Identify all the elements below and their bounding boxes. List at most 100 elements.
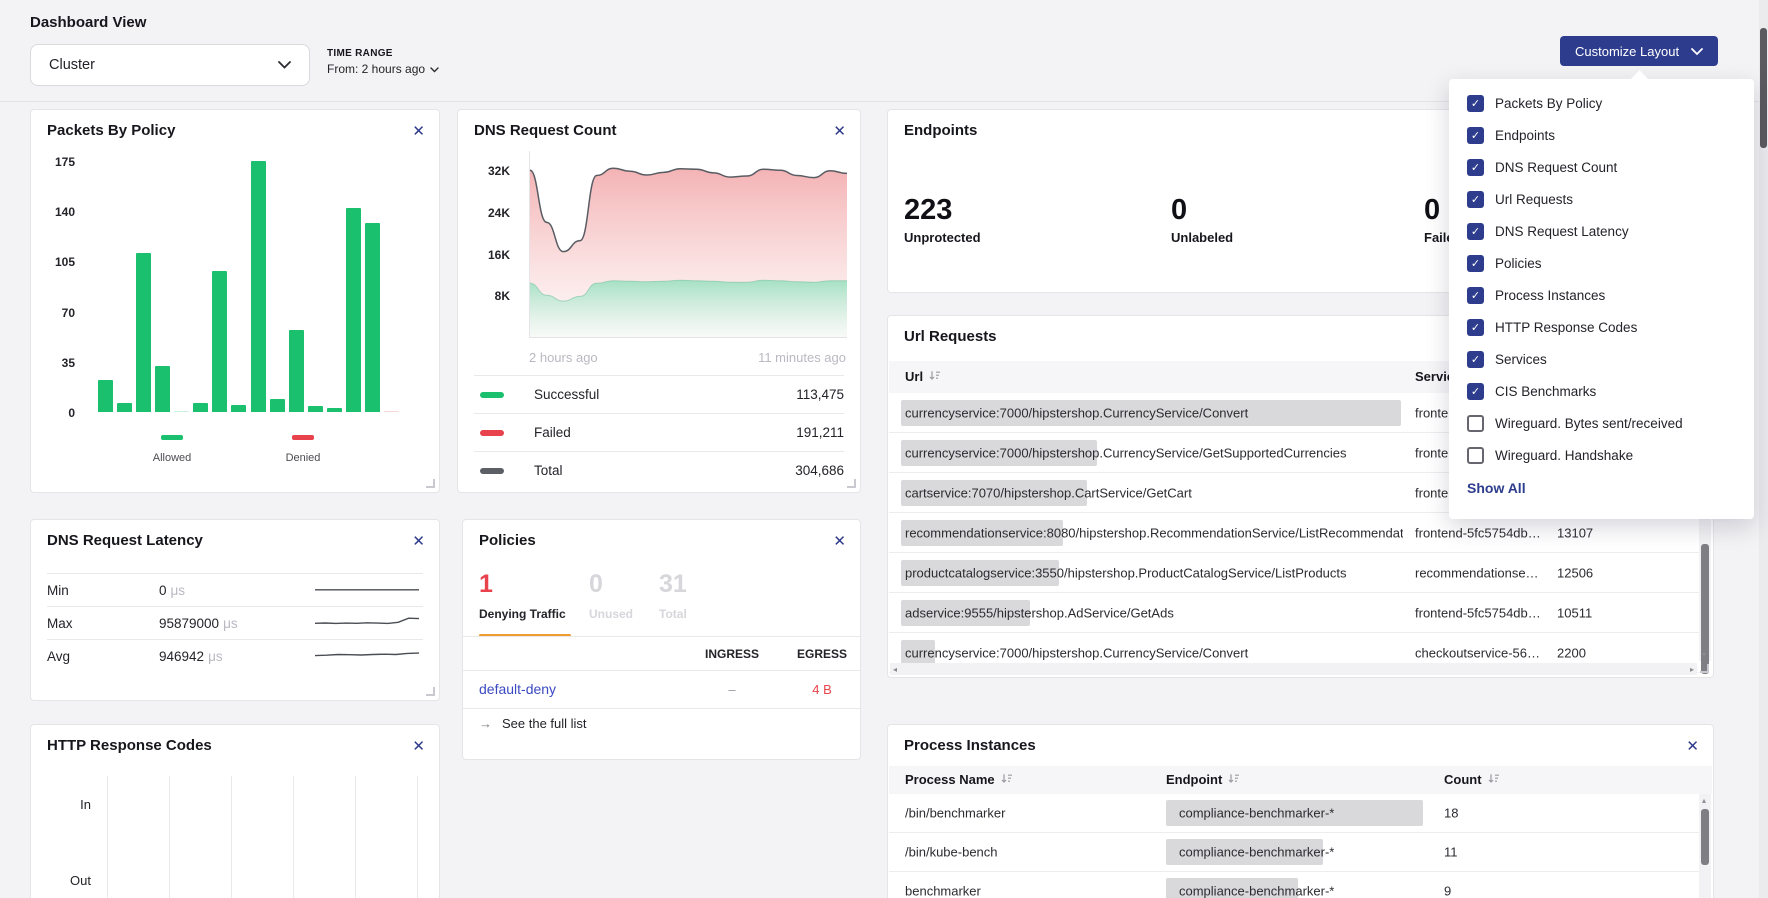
endpoint-cell: compliance-benchmarker-* (1179, 806, 1334, 821)
latency-value: 95879000 (159, 616, 219, 631)
menu-item[interactable]: ✓Endpoints (1449, 119, 1754, 151)
menu-item[interactable]: Wireguard. Bytes sent/received (1449, 407, 1754, 439)
checkbox-icon[interactable]: ✓ (1467, 319, 1484, 336)
checkbox-icon[interactable]: ✓ (1467, 351, 1484, 368)
checkbox-icon[interactable] (1467, 415, 1484, 432)
close-icon[interactable]: ✕ (408, 118, 429, 144)
menu-item[interactable]: ✓ DNS Request Count (1449, 151, 1754, 183)
column-header[interactable]: Url (905, 361, 940, 393)
x-label-start: 2 hours ago (529, 350, 598, 365)
table-row[interactable]: productcatalogservice:3550/hipstershop.P… (889, 553, 1699, 593)
column-header-label: Process Name (905, 766, 995, 794)
checkbox-icon[interactable]: ✓ (1467, 255, 1484, 272)
checkbox-icon[interactable]: ✓ (1467, 287, 1484, 304)
scroll-down-icon[interactable]: ▾ (1702, 650, 1706, 659)
y-tick-label: 16K (488, 248, 510, 262)
page-scrollbar[interactable] (1759, 0, 1768, 898)
bar (384, 411, 399, 413)
menu-item[interactable]: Wireguard. Handshake (1449, 439, 1754, 471)
checkbox-icon[interactable]: ✓ (1467, 159, 1484, 176)
checkbox-icon[interactable]: ✓ (1467, 191, 1484, 208)
service-cell: checkoutservice-56… (1415, 645, 1547, 660)
resize-handle[interactable] (426, 479, 435, 488)
scroll-right-icon[interactable]: ▸ (1690, 665, 1694, 674)
checkbox-icon[interactable]: ✓ (1467, 383, 1484, 400)
menu-item[interactable]: ✓Policies (1449, 247, 1754, 279)
close-icon[interactable]: ✕ (829, 118, 850, 144)
close-icon[interactable]: ✕ (408, 528, 429, 554)
stat-value: 0 (1171, 194, 1233, 227)
count-cell: 13107 (1557, 525, 1593, 540)
column-header[interactable]: Process Name (905, 766, 1012, 794)
customize-layout-button[interactable]: Customize Layout (1560, 36, 1718, 66)
resize-handle[interactable] (847, 479, 856, 488)
menu-item[interactable]: ✓Services (1449, 343, 1754, 375)
count-cell: 18 (1444, 806, 1458, 821)
column-header[interactable]: Count (1444, 766, 1499, 794)
stat-value: 31 (659, 570, 687, 599)
table-row[interactable]: benchmarkercompliance-benchmarker-*9 (889, 872, 1699, 898)
bar (136, 253, 151, 412)
legend-value: 304,686 (795, 463, 844, 478)
menu-item[interactable]: ✓CIS Benchmarks (1449, 375, 1754, 407)
policy-name-link[interactable]: default-deny (479, 681, 556, 697)
y-tick-label: In (41, 797, 91, 812)
checkbox-icon[interactable] (1467, 447, 1484, 464)
chevron-down-icon (430, 62, 439, 76)
resize-handle[interactable] (426, 687, 435, 696)
close-icon[interactable]: ✕ (829, 528, 850, 554)
close-icon[interactable]: ✕ (1682, 733, 1703, 759)
count-cell: 10511 (1557, 605, 1592, 620)
gridline (293, 776, 294, 898)
url-horizontal-scrollbar[interactable]: ◂ ▸ (890, 663, 1697, 675)
bar (117, 403, 132, 412)
url-cell: currencyservice:7000/hipstershop.Currenc… (905, 445, 1403, 460)
scroll-left-icon[interactable]: ◂ (893, 665, 897, 674)
checkbox-icon[interactable]: ✓ (1467, 223, 1484, 240)
legend-swatch (480, 430, 504, 436)
time-range-value[interactable]: From: 2 hours ago (327, 62, 439, 76)
process-name-cell: /bin/kube-bench (905, 845, 998, 860)
menu-item-label: DNS Request Count (1495, 160, 1617, 175)
stat-value: 0 (589, 570, 633, 599)
legend-value: 113,475 (796, 387, 844, 402)
close-icon[interactable]: ✕ (408, 733, 429, 759)
column-header[interactable]: Endpoint (1166, 766, 1239, 794)
sort-icon[interactable] (1488, 766, 1499, 794)
table-row[interactable]: recommendationservice:8080/hipstershop.R… (889, 513, 1699, 553)
menu-item[interactable]: ✓DNS Request Latency (1449, 215, 1754, 247)
scroll-up-icon[interactable]: ▴ (1702, 796, 1706, 805)
y-tick-label: 175 (55, 155, 75, 169)
checkbox-icon[interactable]: ✓ (1467, 127, 1484, 144)
dns-x-labels: 2 hours ago 11 minutes ago (529, 350, 846, 365)
process-vertical-scrollbar[interactable]: ▴ (1699, 794, 1711, 898)
bar (174, 411, 189, 413)
view-selector[interactable]: Cluster (30, 44, 310, 86)
menu-item[interactable]: ✓ Url Requests (1449, 183, 1754, 215)
menu-item-label: Wireguard. Handshake (1495, 448, 1633, 463)
menu-item[interactable]: ✓HTTP Response Codes (1449, 311, 1754, 343)
checkbox-icon[interactable]: ✓ (1467, 95, 1484, 112)
policies-panel: Policies ✕ 1Denying Traffic0Unused31Tota… (462, 519, 861, 760)
url-cell: cartservice:7070/hipstershop.CartService… (905, 485, 1403, 500)
scrollbar-thumb[interactable] (1701, 809, 1709, 865)
latency-value-box: 0μs (159, 583, 185, 598)
legend-label: Denied (263, 452, 343, 464)
page-scrollbar-thumb[interactable] (1760, 28, 1767, 148)
see-full-list-link[interactable]: → See the full list (479, 716, 587, 731)
sort-icon[interactable] (1001, 766, 1012, 794)
menu-item[interactable]: ✓Packets By Policy (1449, 87, 1754, 119)
table-row[interactable]: /bin/benchmarkercompliance-benchmarker-*… (889, 794, 1699, 833)
table-row[interactable]: /bin/kube-benchcompliance-benchmarker-*1… (889, 833, 1699, 872)
sort-icon[interactable] (929, 361, 940, 393)
chevron-down-icon (1691, 44, 1703, 59)
latency-unit: μs (171, 583, 186, 598)
column-header-label: Count (1444, 766, 1482, 794)
policy-stat-active[interactable]: 1Denying Traffic (479, 570, 566, 621)
menu-item[interactable]: ✓Process Instances (1449, 279, 1754, 311)
menu-item-label: Url Requests (1495, 192, 1573, 207)
resize-handle[interactable] (1700, 664, 1709, 673)
sort-icon[interactable] (1228, 766, 1239, 794)
table-row[interactable]: adservice:9555/hipstershop.AdService/Get… (889, 593, 1699, 633)
show-all-link[interactable]: Show All (1449, 471, 1754, 505)
